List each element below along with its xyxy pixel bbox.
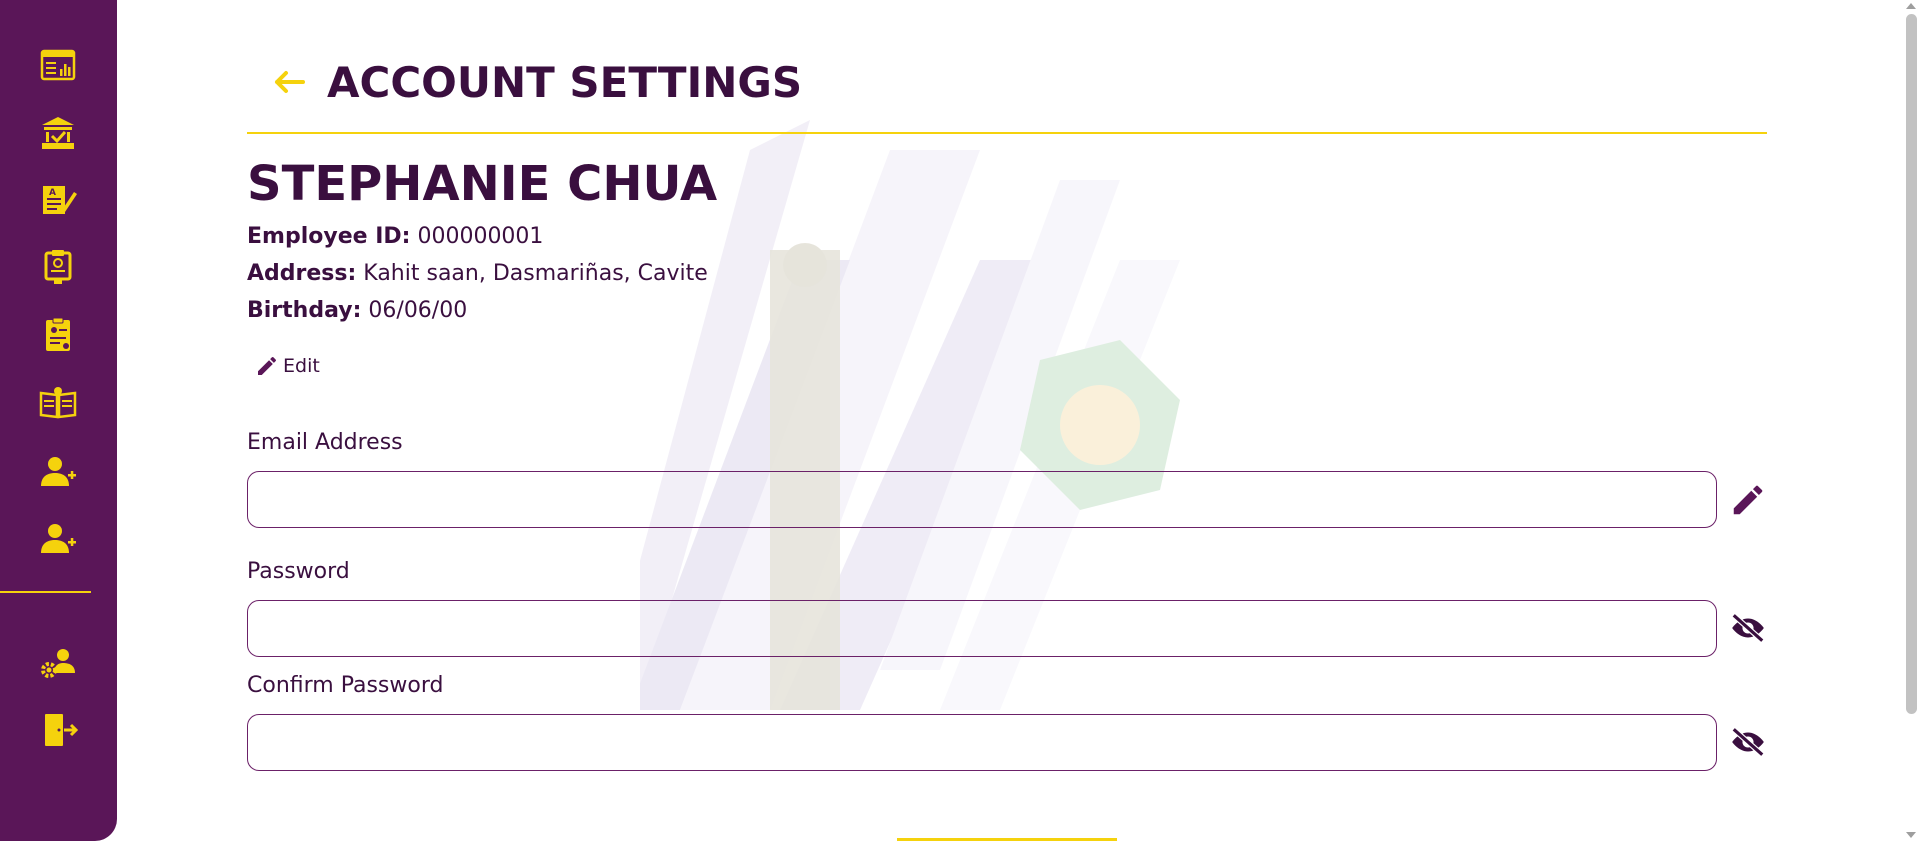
clipboard-profile-icon[interactable]: [36, 313, 80, 357]
address-value: Kahit saan, Dasmariñas, Cavite: [363, 261, 708, 286]
add-user-icon[interactable]: [36, 517, 80, 561]
confirm-password-field[interactable]: [247, 714, 1717, 771]
svg-text:A: A: [49, 188, 56, 198]
employee-id-row: Employee ID: 000000001: [247, 224, 543, 249]
header-divider: [247, 132, 1767, 134]
password-field[interactable]: [247, 600, 1717, 657]
pencil-icon: [1733, 485, 1763, 515]
dashboard-chart-icon[interactable]: [36, 43, 80, 87]
back-arrow-icon[interactable]: [269, 62, 309, 102]
open-book-icon[interactable]: [36, 381, 80, 425]
scroll-down-icon[interactable]: [1906, 832, 1916, 838]
page-header: ACCOUNT SETTINGS: [247, 52, 802, 112]
sidebar: A: [0, 0, 117, 841]
sidebar-divider: [0, 591, 91, 593]
building-check-icon[interactable]: [36, 111, 80, 155]
scrollbar-thumb[interactable]: [1906, 14, 1917, 714]
employee-id-label: Employee ID:: [247, 224, 411, 249]
toggle-password-visibility[interactable]: [1728, 608, 1768, 648]
address-label: Address:: [247, 261, 357, 286]
edit-email-button[interactable]: [1728, 480, 1768, 520]
logout-door-icon[interactable]: [36, 708, 80, 752]
edit-profile-button[interactable]: Edit: [255, 354, 320, 378]
email-field[interactable]: [247, 471, 1717, 528]
add-user-icon[interactable]: [36, 450, 80, 494]
confirm-password-label: Confirm Password: [247, 673, 444, 698]
address-row: Address: Kahit saan, Dasmariñas, Cavite: [247, 261, 708, 286]
toggle-confirm-password-visibility[interactable]: [1728, 722, 1768, 762]
eye-slash-icon: [1731, 727, 1765, 757]
password-label: Password: [247, 559, 350, 584]
employee-id-value: 000000001: [417, 224, 544, 249]
birthday-label: Birthday:: [247, 298, 362, 323]
user-settings-icon[interactable]: [36, 641, 80, 685]
clipboard-report-icon[interactable]: [36, 245, 80, 289]
edit-label: Edit: [283, 355, 320, 377]
document-edit-icon[interactable]: A: [36, 178, 80, 222]
birthday-value: 06/06/00: [368, 298, 468, 323]
email-label: Email Address: [247, 430, 403, 455]
pencil-icon: [258, 356, 277, 375]
page-title: ACCOUNT SETTINGS: [327, 57, 803, 107]
scroll-up-icon[interactable]: [1906, 3, 1916, 9]
birthday-row: Birthday: 06/06/00: [247, 298, 467, 323]
vertical-scrollbar[interactable]: [1903, 0, 1920, 841]
user-name: STEPHANIE CHUA: [247, 156, 718, 212]
eye-slash-icon: [1731, 613, 1765, 643]
